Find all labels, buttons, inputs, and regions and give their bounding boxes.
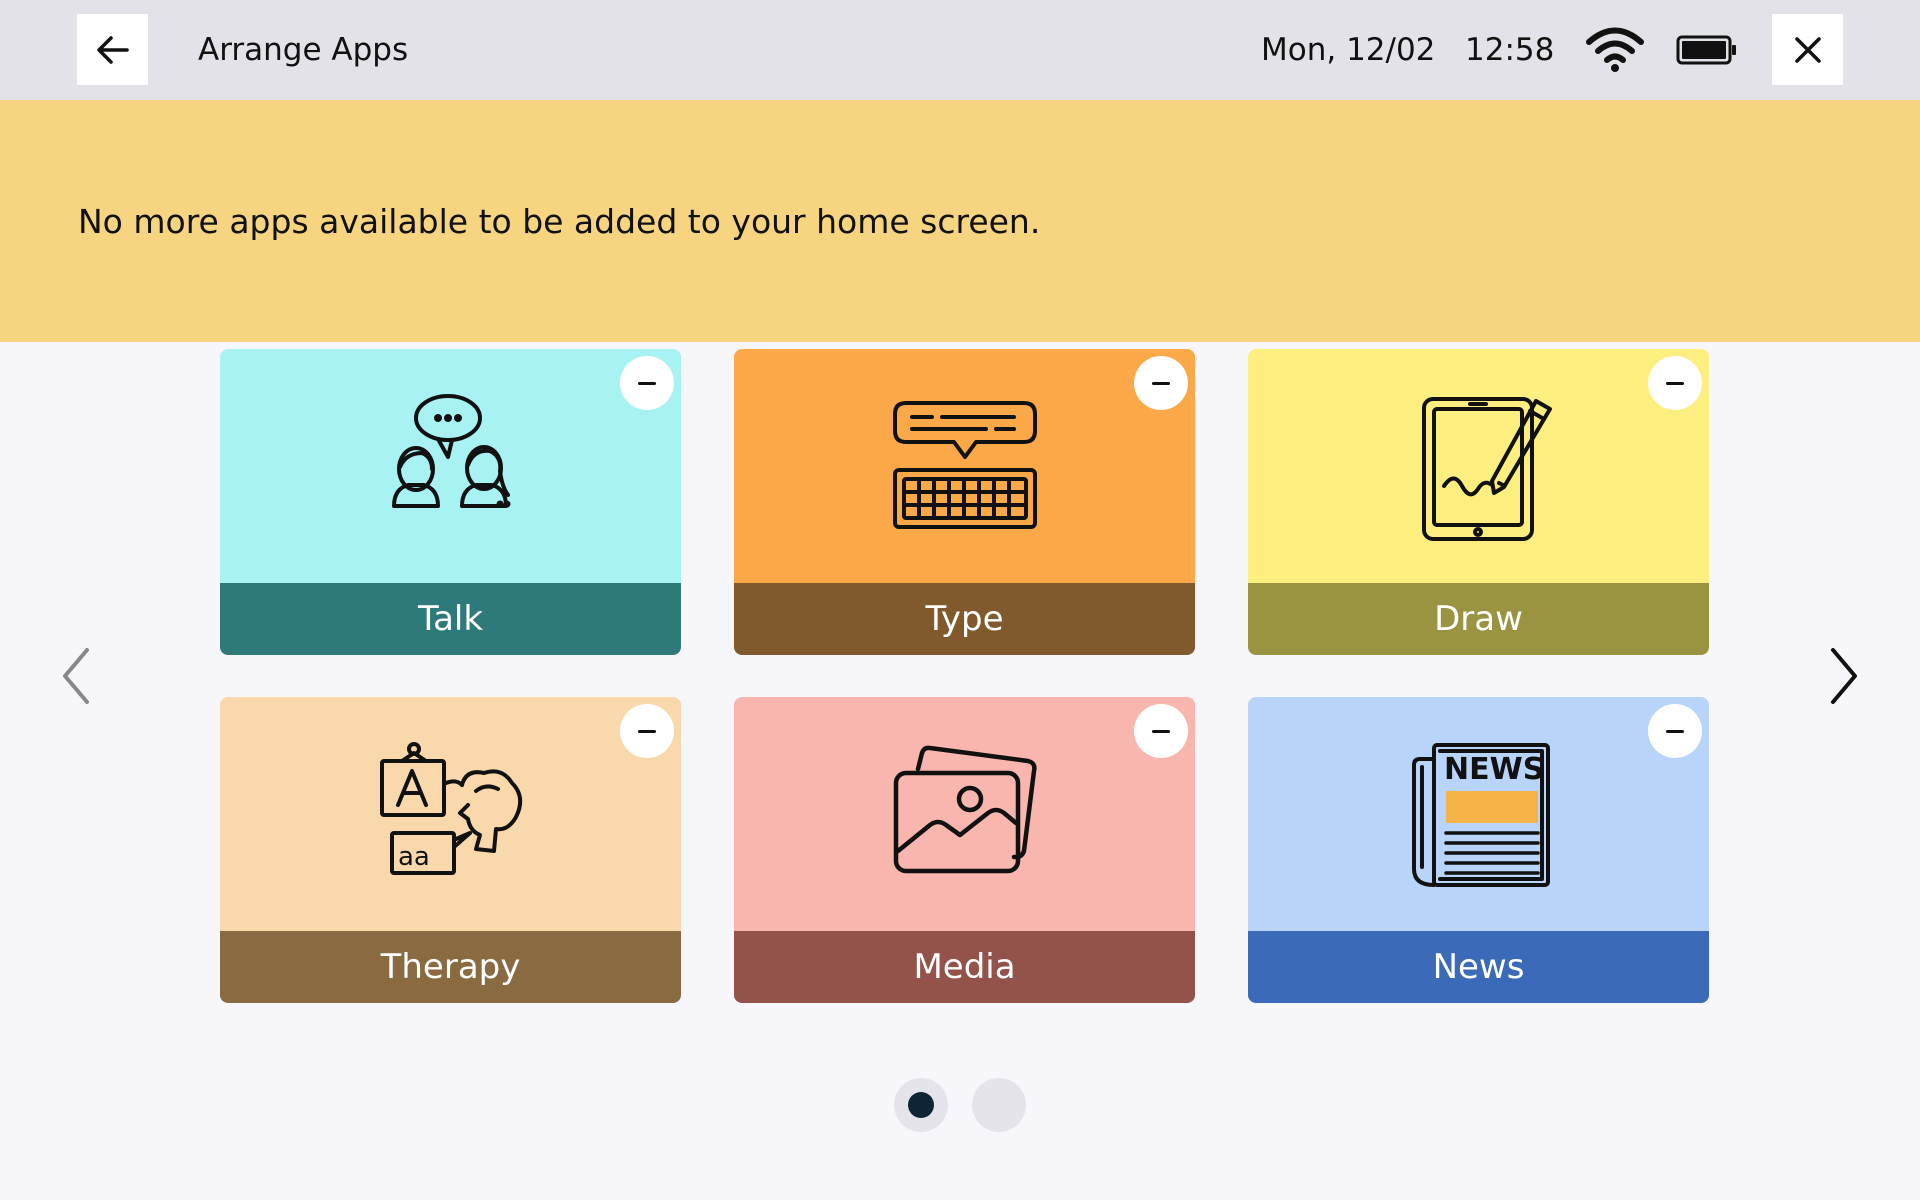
tile-label: Talk <box>417 599 484 639</box>
minus-icon <box>1152 381 1170 385</box>
previous-page-button[interactable] <box>52 636 102 716</box>
notice-banner: No more apps available to be added to yo… <box>0 100 1920 342</box>
next-page-button[interactable] <box>1818 636 1868 716</box>
tile-art: aa <box>220 697 681 931</box>
date-display: Mon, 12/02 <box>1261 32 1436 68</box>
chevron-left-icon <box>63 648 89 704</box>
time-display: 12:58 <box>1465 32 1555 68</box>
app-tile-talk[interactable]: Talk <box>220 349 681 655</box>
newspaper-icon: NEWS <box>1411 743 1550 887</box>
speech-therapy-icon: aa <box>379 742 522 875</box>
tile-label: Draw <box>1434 599 1523 639</box>
photos-icon <box>893 745 1037 874</box>
remove-app-button[interactable] <box>1648 704 1702 758</box>
remove-app-button[interactable] <box>1134 704 1188 758</box>
tile-art <box>734 349 1195 583</box>
tile-art <box>734 697 1195 931</box>
tile-art <box>220 349 681 583</box>
app-tile-media[interactable]: Media <box>734 697 1195 1003</box>
tile-label: Media <box>913 947 1016 987</box>
close-icon <box>1794 36 1821 63</box>
banner-message: No more apps available to be added to yo… <box>78 202 1041 241</box>
page-dot-active <box>908 1092 934 1118</box>
minus-icon <box>1666 381 1684 385</box>
tile-label-bar: Type <box>734 583 1195 655</box>
page-dot-1[interactable] <box>894 1078 948 1132</box>
tile-art <box>1248 349 1709 583</box>
remove-app-button[interactable] <box>1648 356 1702 410</box>
svg-text:aa: aa <box>398 842 430 872</box>
top-bar: Arrange Apps Mon, 12/02 12:58 <box>0 0 1920 100</box>
remove-app-button[interactable] <box>620 356 674 410</box>
svg-text:NEWS: NEWS <box>1444 752 1544 787</box>
page-title: Arrange Apps <box>198 32 409 68</box>
app-tile-draw[interactable]: Draw <box>1248 349 1709 655</box>
wifi-icon <box>1586 27 1644 72</box>
chevron-right-icon <box>1831 648 1857 704</box>
tile-label-bar: Draw <box>1248 583 1709 655</box>
minus-icon <box>1152 729 1170 733</box>
tile-label-bar: Talk <box>220 583 681 655</box>
page-dot-2[interactable] <box>972 1078 1026 1132</box>
tile-label-bar: Media <box>734 931 1195 1003</box>
app-tile-news[interactable]: NEWS News <box>1248 697 1709 1003</box>
battery-icon <box>1676 35 1736 65</box>
tablet-pen-icon <box>1421 397 1552 541</box>
conversation-icon <box>391 394 510 508</box>
minus-icon <box>638 381 656 385</box>
app-tile-therapy[interactable]: aa Therapy <box>220 697 681 1003</box>
remove-app-button[interactable] <box>620 704 674 758</box>
tile-label: News <box>1432 947 1525 987</box>
tile-label: Therapy <box>380 947 521 987</box>
tile-label-bar: Therapy <box>220 931 681 1003</box>
app-tile-type[interactable]: Type <box>734 349 1195 655</box>
tile-art: NEWS <box>1248 697 1709 931</box>
remove-app-button[interactable] <box>1134 356 1188 410</box>
tile-label: Type <box>925 599 1004 639</box>
keyboard-icon <box>892 401 1037 529</box>
close-button[interactable] <box>1772 14 1843 85</box>
page-indicator <box>894 1078 1026 1134</box>
arrow-left-icon <box>96 35 129 64</box>
back-button[interactable] <box>77 14 148 85</box>
tile-label-bar: News <box>1248 931 1709 1003</box>
minus-icon <box>1666 729 1684 733</box>
minus-icon <box>638 729 656 733</box>
